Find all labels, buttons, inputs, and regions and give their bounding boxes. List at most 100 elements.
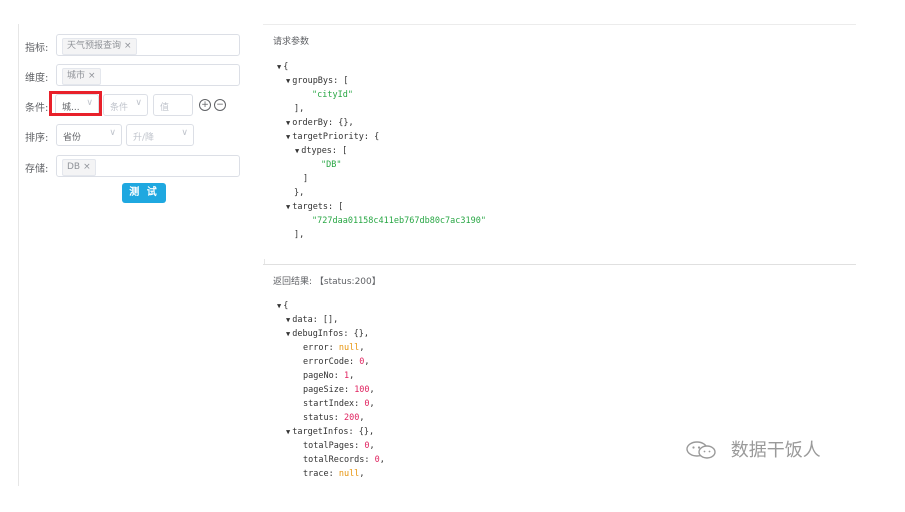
add-condition-icon[interactable]: + (199, 99, 211, 111)
response-json-line: status: 200, (303, 411, 364, 425)
json-token: errorCode: (303, 357, 360, 367)
watermark: 数据干饭人 (685, 436, 821, 462)
json-token: "DB" (321, 160, 342, 170)
json-token: , (369, 385, 375, 395)
json-token: pageSize: (303, 385, 355, 395)
sort-order-select[interactable]: 升/降 ∨ (126, 124, 194, 146)
json-token: , (369, 441, 375, 451)
sort-field-select[interactable]: 省份 ∨ (56, 124, 122, 146)
response-json-line: trace: null, (303, 467, 364, 481)
chevron-down-icon: ∨ (109, 128, 116, 138)
request-json-line[interactable]: ▼{ (277, 60, 288, 74)
condition-field-value: 城... (62, 103, 80, 113)
response-json-line[interactable]: ▼ targetInfos: {}, (286, 425, 374, 439)
json-token: status: (303, 413, 344, 423)
dimension-select[interactable]: 城市 × (56, 64, 240, 86)
json-token: { (283, 62, 289, 72)
request-json-line: ], (294, 228, 304, 242)
response-json-line: error: null, (303, 341, 364, 355)
condition-label: 条件: (25, 103, 49, 114)
json-token: null (338, 469, 360, 479)
request-json-line: ] (303, 172, 308, 186)
json-token: totalPages: (303, 441, 365, 451)
test-button[interactable]: 测 试 (122, 183, 166, 203)
response-json-line: totalPages: 0, (303, 439, 375, 453)
metric-tag-close-icon[interactable]: × (124, 41, 132, 51)
remove-condition-icon[interactable]: − (214, 99, 226, 111)
json-token: "cityId" (312, 90, 353, 100)
storage-tag: DB × (62, 159, 96, 176)
request-json-line: "727daa01158c411eb767db80c7ac3190" (312, 214, 486, 228)
json-token: 100 (354, 385, 370, 395)
caret-down-icon[interactable]: ▼ (286, 74, 290, 88)
json-token: , (364, 357, 370, 367)
json-token: ] (303, 174, 309, 184)
json-token: }, (294, 188, 305, 198)
request-params-panel: 请求参数 ▼{▼ groupBys: ["cityId"], ▼ orderBy: {… (263, 24, 856, 259)
dimension-tag: 城市 × (62, 68, 101, 85)
json-token: dtypes: [ (301, 146, 348, 156)
caret-down-icon[interactable]: ▼ (295, 144, 299, 158)
condition-value-placeholder: 值 (160, 103, 170, 113)
storage-select[interactable]: DB × (56, 155, 240, 177)
metric-row: 指标: 天气预报查询 × (19, 34, 264, 58)
watermark-text: 数据干饭人 (730, 440, 821, 461)
json-token: pageNo: (303, 371, 344, 381)
json-token: trace: (303, 469, 339, 479)
caret-down-icon[interactable]: ▼ (286, 116, 290, 130)
caret-down-icon[interactable]: ▼ (286, 327, 290, 341)
request-json-line: }, (294, 186, 304, 200)
request-json-line[interactable]: ▼ targets: [ (286, 200, 343, 214)
caret-down-icon[interactable]: ▼ (277, 299, 281, 313)
request-json-line: "cityId" (312, 88, 353, 102)
request-json-line[interactable]: ▼ groupBys: [ (286, 74, 349, 88)
json-token: , (349, 371, 355, 381)
response-json-line: pageSize: 100, (303, 383, 375, 397)
json-token: error: (303, 343, 339, 353)
json-token: { (283, 301, 289, 311)
dimension-tag-close-icon[interactable]: × (88, 71, 96, 81)
request-json-line[interactable]: ▼ dtypes: [ (295, 144, 347, 158)
caret-down-icon[interactable]: ▼ (286, 200, 290, 214)
condition-value-input[interactable]: 值 (153, 94, 193, 116)
request-json-line: "DB" (321, 158, 341, 172)
json-token: targets: [ (292, 202, 344, 212)
condition-field-select[interactable]: 城... ∨ (55, 94, 99, 116)
sort-field-value: 省份 (63, 133, 82, 143)
response-json-line[interactable]: ▼{ (277, 299, 288, 313)
json-token: , (359, 469, 365, 479)
wechat-icon (686, 441, 716, 459)
json-token: "727daa01158c411eb767db80c7ac3190" (312, 216, 486, 226)
request-json-line[interactable]: ▼ targetPriority: { (286, 130, 379, 144)
storage-label: 存储: (25, 164, 49, 175)
caret-down-icon[interactable]: ▼ (286, 313, 290, 327)
json-token: targetPriority: { (292, 132, 380, 142)
chevron-down-icon: ∨ (86, 98, 93, 108)
response-json-line[interactable]: ▼ debugInfos: {}, (286, 327, 369, 341)
metric-select[interactable]: 天气预报查询 × (56, 34, 240, 56)
metric-tag-text: 天气预报查询 (67, 41, 122, 51)
query-form-panel: 指标: 天气预报查询 × 维度: 城市 × 条件: 城... ∨ 条件 ∨ 值 + … (18, 24, 265, 486)
request-json-line[interactable]: ▼ orderBy: {}, (286, 116, 354, 130)
response-json-line[interactable]: ▼ data: [], (286, 313, 338, 327)
json-token: data: [], (292, 315, 339, 325)
response-json-line: startIndex: 0, (303, 397, 375, 411)
json-token: , (359, 413, 365, 423)
storage-tag-text: DB (67, 162, 81, 172)
storage-row: 存储: DB × (19, 155, 264, 179)
json-token: ], (294, 230, 305, 240)
response-title: 返回结果: 【status:200】 (273, 277, 381, 287)
json-token: ], (294, 104, 305, 114)
json-token: null (338, 343, 360, 353)
caret-down-icon[interactable]: ▼ (286, 130, 290, 144)
caret-down-icon[interactable]: ▼ (286, 425, 290, 439)
json-token: totalRecords: (303, 455, 375, 465)
json-token: groupBys: [ (292, 76, 349, 86)
condition-operator-placeholder: 条件 (110, 103, 129, 113)
condition-operator-select[interactable]: 条件 ∨ (103, 94, 148, 116)
request-params-title: 请求参数 (273, 37, 310, 47)
json-token: 200 (343, 413, 360, 423)
storage-tag-close-icon[interactable]: × (83, 162, 91, 172)
caret-down-icon[interactable]: ▼ (277, 60, 281, 74)
response-json-line: totalRecords: 0, (303, 453, 385, 467)
